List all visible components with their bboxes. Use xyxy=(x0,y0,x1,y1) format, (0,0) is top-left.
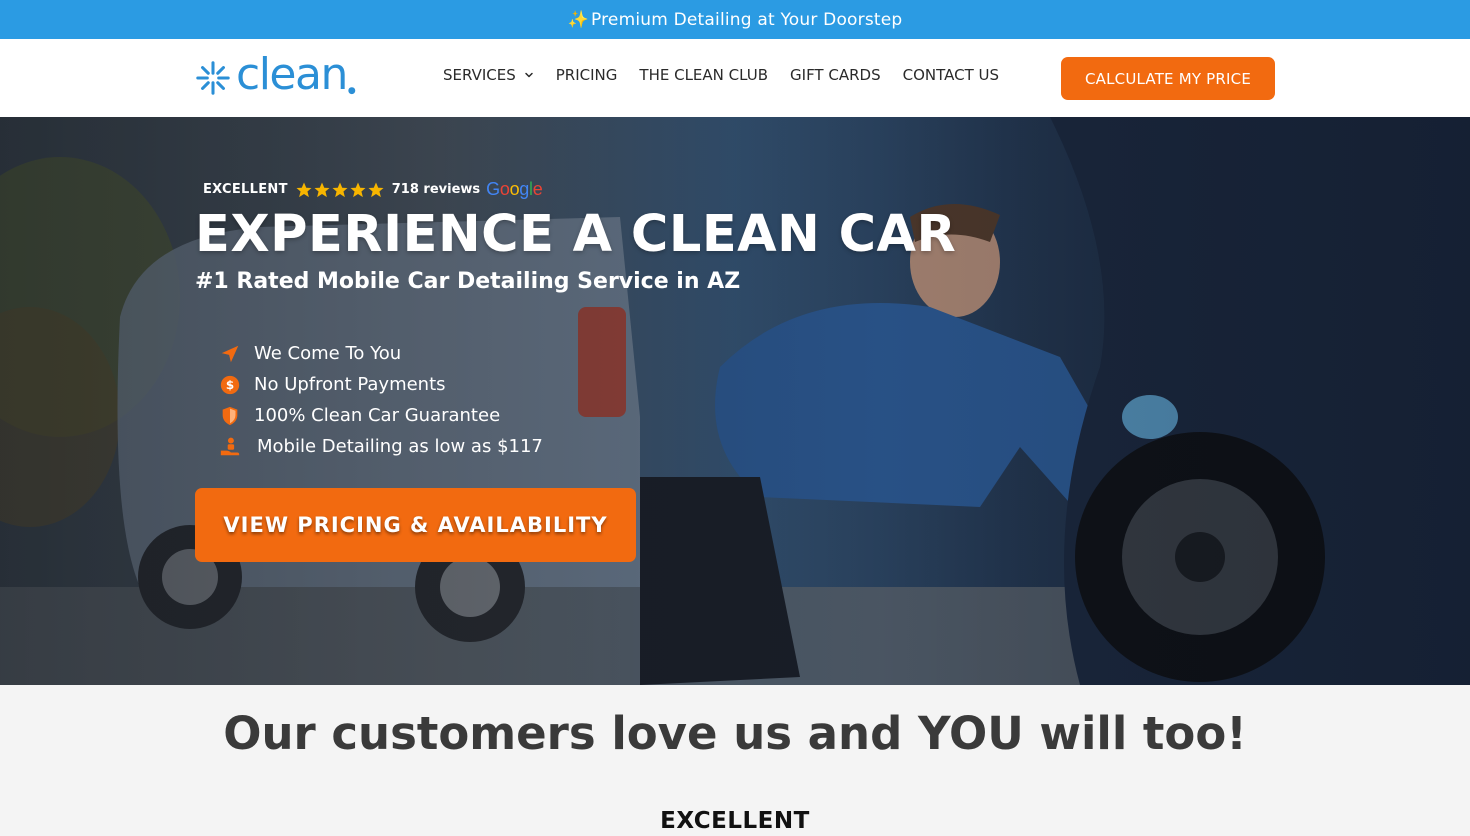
site-header: clean ● SERVICES PRICING THE CLEAN CLUB … xyxy=(0,39,1470,117)
star-icon xyxy=(350,182,366,197)
shield-icon xyxy=(219,405,241,427)
feature-text: No Upfront Payments xyxy=(254,374,446,395)
star-icon xyxy=(314,182,330,197)
hero-section: EXCELLENT 718 reviews Google EXPERIENCE … xyxy=(0,117,1470,685)
testimonials-heading: Our customers love us and YOU will too! xyxy=(223,707,1247,760)
feature-item: 100% Clean Car Guarantee xyxy=(219,400,543,431)
star-icon xyxy=(368,182,384,197)
testimonials-rating-label: EXCELLENT xyxy=(660,808,810,834)
feature-item: Mobile Detailing as low as $117 xyxy=(219,431,543,462)
review-count: 718 reviews xyxy=(391,182,481,197)
rating-stars xyxy=(295,181,385,199)
logo[interactable]: clean ● xyxy=(194,49,356,101)
dollar-coin-icon: $ xyxy=(219,374,241,396)
star-icon xyxy=(296,182,312,197)
feature-text: Mobile Detailing as low as $117 xyxy=(257,436,543,457)
feature-item: We Come To You xyxy=(219,338,543,369)
view-pricing-button[interactable]: VIEW PRICING & AVAILABILITY xyxy=(195,488,636,562)
announcement-bar: ✨ Premium Detailing at Your Doorstep xyxy=(0,0,1470,39)
nav-gift-cards[interactable]: GIFT CARDS xyxy=(790,66,881,84)
logo-wordmark: clean xyxy=(236,49,348,100)
nav-services[interactable]: SERVICES xyxy=(443,66,534,84)
nav-clean-club[interactable]: THE CLEAN CLUB xyxy=(639,66,768,84)
nav-pricing[interactable]: PRICING xyxy=(556,66,618,84)
star-icon xyxy=(332,182,348,197)
hero-title: EXPERIENCE A CLEAN CAR xyxy=(195,205,957,264)
calculate-price-button[interactable]: CALCULATE MY PRICE xyxy=(1061,57,1275,100)
google-logo: Google xyxy=(486,179,543,199)
hand-person-icon xyxy=(219,436,241,458)
logo-trademark: ● xyxy=(347,86,356,96)
feature-item: $ No Upfront Payments xyxy=(219,369,543,400)
feature-list: We Come To You $ No Upfront Payments 100… xyxy=(219,338,543,462)
main-nav: SERVICES PRICING THE CLEAN CLUB GIFT CAR… xyxy=(443,66,999,84)
chevron-down-icon xyxy=(525,72,533,78)
hero-subtitle: #1 Rated Mobile Car Detailing Service in… xyxy=(195,269,741,294)
sparkle-logo-icon xyxy=(196,61,230,95)
nav-services-label: SERVICES xyxy=(443,66,516,84)
announcement-text: Premium Detailing at Your Doorstep xyxy=(590,9,903,30)
feature-text: We Come To You xyxy=(254,343,402,364)
location-arrow-icon xyxy=(219,343,241,365)
feature-text: 100% Clean Car Guarantee xyxy=(254,405,501,426)
sparkles-icon: ✨ xyxy=(567,9,589,30)
nav-contact-us[interactable]: CONTACT US xyxy=(903,66,999,84)
rating-label: EXCELLENT xyxy=(203,182,288,197)
google-rating-badge[interactable]: EXCELLENT 718 reviews Google xyxy=(203,179,543,200)
svg-text:$: $ xyxy=(226,378,234,392)
